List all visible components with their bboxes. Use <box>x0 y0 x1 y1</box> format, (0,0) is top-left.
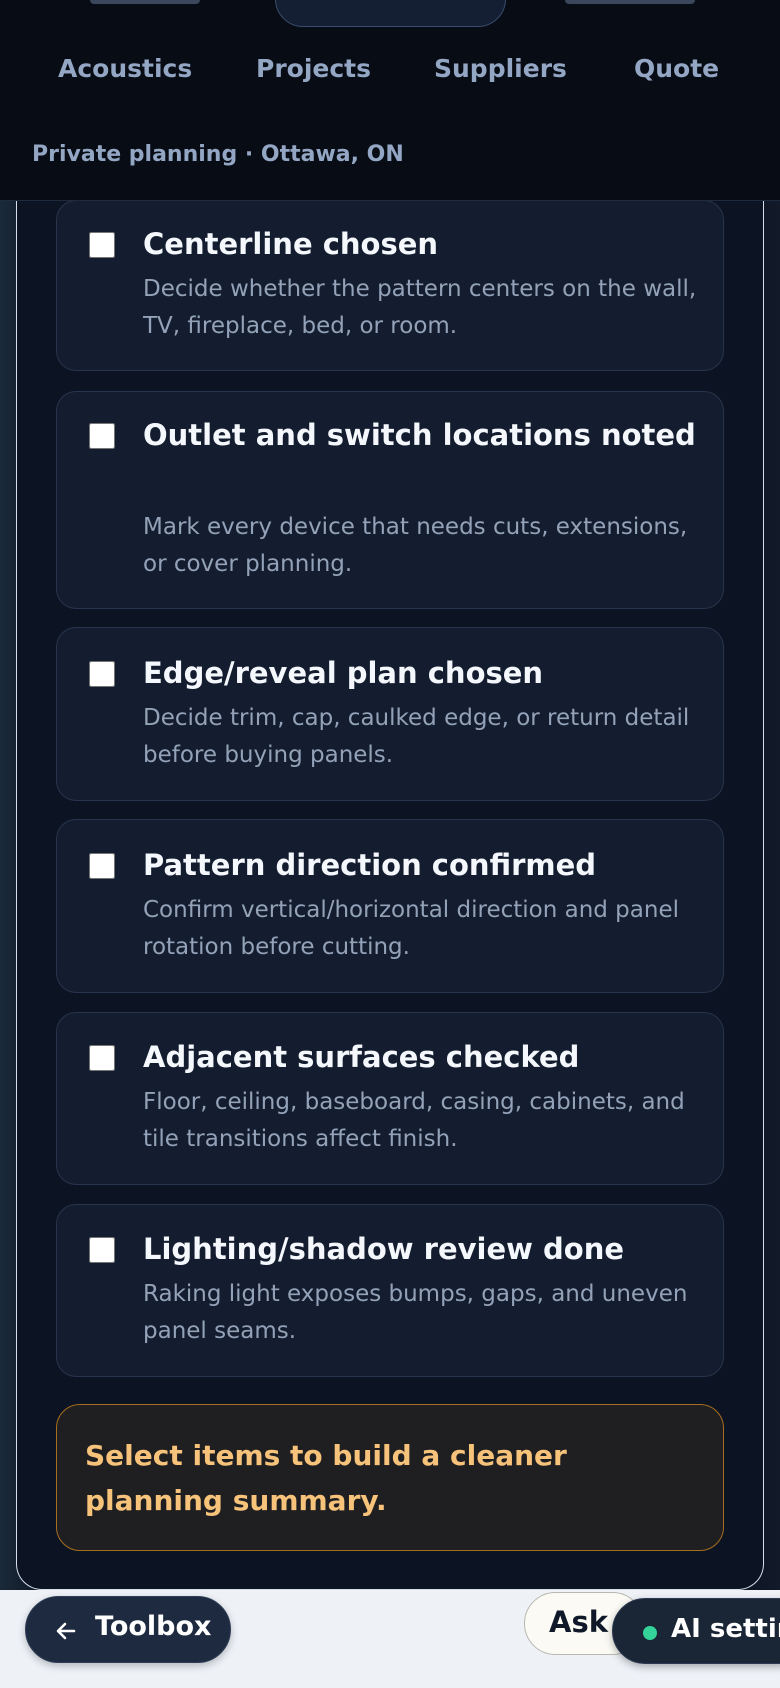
toolbox-button[interactable]: Toolbox <box>25 1596 231 1663</box>
checklist-item[interactable]: Edge/reveal plan chosen Decide trim, cap… <box>56 627 724 801</box>
checklist-item-title: Pattern direction confirmed <box>143 848 597 882</box>
top-tab-fragment[interactable] <box>565 0 695 4</box>
checklist-item-title: Adjacent surfaces checked <box>143 1040 580 1074</box>
nav-item-quote[interactable]: Quote <box>634 54 719 83</box>
checklist-checkbox[interactable] <box>89 1237 115 1263</box>
checklist-item-description: Decide whether the pattern centers on th… <box>143 276 697 339</box>
checklist-item[interactable]: Lighting/shadow review done Raking light… <box>56 1204 724 1377</box>
checklist-item-description: Floor, ceiling, baseboard, casing, cabin… <box>143 1089 685 1152</box>
arrow-left-icon <box>56 1622 76 1640</box>
toolbox-button-label: Toolbox <box>95 1611 212 1642</box>
top-tab-active[interactable] <box>275 0 506 27</box>
app-header: Acoustics Projects Suppliers Quote Priva… <box>0 0 780 201</box>
checklist-item-description: Raking light exposes bumps, gaps, and un… <box>143 1281 688 1344</box>
ai-settings-label: AI settings <box>671 1614 780 1644</box>
checklist-item[interactable]: Pattern direction confirmed Confirm vert… <box>56 819 724 993</box>
checklist-item-description: Mark every device that needs cuts, exten… <box>143 514 688 577</box>
checklist-checkbox[interactable] <box>89 661 115 687</box>
checklist-checkbox[interactable] <box>89 423 115 449</box>
checklist-item[interactable]: Adjacent surfaces checked Floor, ceiling… <box>56 1012 724 1185</box>
ai-settings-button[interactable]: AI settings <box>612 1598 780 1664</box>
nav-item-projects[interactable]: Projects <box>256 54 371 83</box>
checklist-item-title: Lighting/shadow review done <box>143 1232 625 1266</box>
planning-summary-text: Select items to build a cleaner planning… <box>85 1439 567 1517</box>
checklist-item-description: Decide trim, cap, caulked edge, or retur… <box>143 705 690 768</box>
checklist-checkbox[interactable] <box>89 853 115 879</box>
planning-summary-callout: Select items to build a cleaner planning… <box>56 1404 724 1551</box>
checklist-item-title: Centerline chosen <box>143 227 439 261</box>
ask-button-label: Ask <box>549 1605 608 1639</box>
section-nav: Acoustics Projects Suppliers Quote <box>0 54 780 94</box>
checklist-item-title: Edge/reveal plan chosen <box>143 656 544 690</box>
status-dot-icon <box>643 1626 657 1640</box>
planning-context-label: Private planning · Ottawa, ON <box>32 142 404 167</box>
checklist-item[interactable]: Centerline chosen Decide whether the pat… <box>56 200 724 371</box>
top-tab-fragment[interactable] <box>90 0 200 4</box>
nav-item-acoustics[interactable]: Acoustics <box>58 54 192 83</box>
nav-item-suppliers[interactable]: Suppliers <box>434 54 567 83</box>
checklist-item-description: Confirm vertical/horizontal direction an… <box>143 897 679 960</box>
checklist-checkbox[interactable] <box>89 1045 115 1071</box>
checklist-item[interactable]: Outlet and switch locations noted Mark e… <box>56 391 724 609</box>
checklist-checkbox[interactable] <box>89 232 115 258</box>
checklist-item-title: Outlet and switch locations noted <box>143 418 696 452</box>
